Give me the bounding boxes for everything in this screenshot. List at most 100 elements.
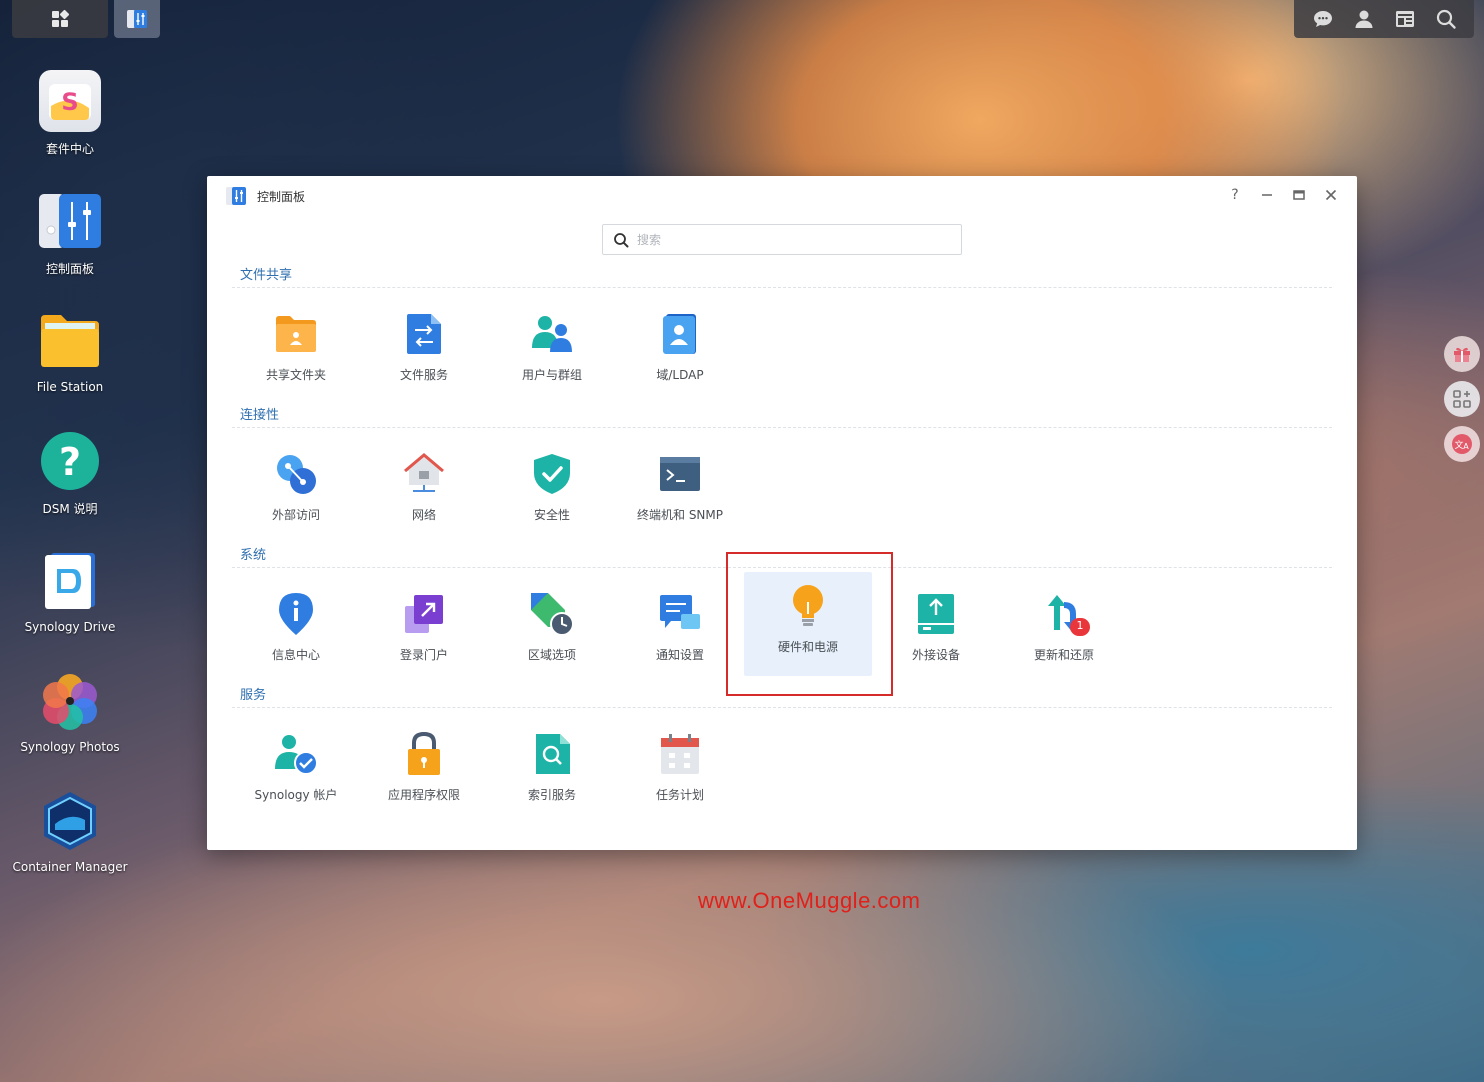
update-restore-icon: 1 [1042,592,1090,636]
minimize-button[interactable] [1259,186,1275,204]
item-shared-folder[interactable]: 共享文件夹 [232,300,360,404]
notifications-button[interactable] [1311,7,1335,31]
item-label: Synology 帐户 [254,788,338,802]
item-label: 应用程序权限 [387,788,460,802]
desktop-icon-label: 控制面板 [45,262,94,276]
main-menu-button[interactable] [12,0,108,38]
close-icon [1325,189,1337,201]
add-widget-icon [1453,390,1471,408]
desktop-icon-label: 套件中心 [45,142,94,156]
item-label: 终端机和 SNMP [637,508,723,522]
section-title-connectivity: 连接性 [240,408,280,423]
item-label: 任务计划 [655,788,704,802]
item-label: 信息中心 [271,648,320,662]
desktop-icon-label: File Station [36,380,104,394]
update-badge-count: 1 [1076,619,1084,632]
search-icon [1436,9,1456,29]
desktop-icon-file-station[interactable]: File Station [0,310,140,394]
item-synology-account[interactable]: Synology 帐户 [232,720,360,824]
taskbar-control-panel-button[interactable] [114,0,160,38]
chat-icon [1313,11,1332,27]
desktop-icon-container-manager[interactable]: Container Manager [0,790,140,874]
gift-icon [1454,347,1470,362]
item-security[interactable]: 安全性 [488,440,616,544]
window-titlebar[interactable]: 控制面板 ? [207,176,1357,216]
item-label: 区域选项 [527,648,576,662]
item-task-scheduler[interactable]: 任务计划 [616,720,744,824]
item-indexing-service[interactable]: 索引服务 [488,720,616,824]
translate-icon: 文A [1452,434,1472,454]
item-label: 通知设置 [655,648,704,662]
item-label: 安全性 [533,508,570,522]
taskbar-right [1294,0,1474,38]
maximize-icon [1293,190,1305,200]
item-user-group[interactable]: 用户与群组 [488,300,616,404]
lock-icon [402,732,446,776]
translate-button[interactable]: 文A [1444,426,1480,462]
login-portal-icon [402,592,446,636]
highlight-annotation-box [726,552,893,696]
window-title: 控制面板 [257,189,306,204]
section-title-file-sharing: 文件共享 [240,268,293,283]
desktop-icon-synology-drive[interactable]: Synology Drive [0,550,140,634]
folder-icon [39,310,101,372]
control-panel-icon [39,190,101,252]
global-search-button[interactable] [1434,7,1458,31]
desktop-icon-label: DSM 说明 [42,502,98,516]
item-app-privileges[interactable]: 应用程序权限 [360,720,488,824]
info-icon [274,592,318,636]
user-menu-button[interactable] [1352,7,1376,31]
item-external-access[interactable]: 外部访问 [232,440,360,544]
control-panel-icon [127,10,147,28]
item-label: 外部访问 [271,508,320,522]
help-button[interactable]: ? [1227,186,1243,204]
user-group-icon [530,312,574,356]
grid-icon [52,9,70,27]
external-device-icon [914,592,958,636]
watermark-text: www.OneMuggle.com [698,888,921,913]
item-file-services[interactable]: 文件服务 [360,300,488,404]
section-title-services: 服务 [240,688,267,703]
maximize-button[interactable] [1291,186,1307,204]
widgets-button[interactable] [1393,7,1417,31]
gift-button[interactable] [1444,336,1480,372]
item-domain-ldap[interactable]: 域/LDAP [616,300,744,404]
package-center-icon: S [39,70,101,132]
svg-text:文: 文 [1454,439,1463,451]
desktop-icon-control-panel[interactable]: 控制面板 [0,190,140,277]
search-icon [614,232,629,247]
search-box [602,224,962,255]
close-button[interactable] [1323,186,1339,204]
synology-account-icon [274,732,318,776]
svg-text:S: S [61,88,78,116]
indexing-icon [530,732,574,776]
item-label: 登录门户 [399,648,448,662]
search-input[interactable] [637,232,937,247]
terminal-icon [658,452,702,496]
domain-ldap-icon [658,312,702,356]
item-info-center[interactable]: 信息中心 [232,580,360,684]
item-network[interactable]: 网络 [360,440,488,544]
section-divider [232,707,1332,708]
desktop-icon-dsm-help[interactable]: ? DSM 说明 [0,430,140,517]
item-label: 共享文件夹 [265,368,326,382]
item-login-portal[interactable]: 登录门户 [360,580,488,684]
item-notification[interactable]: 通知设置 [616,580,744,684]
section-divider [232,427,1332,428]
regional-options-icon [530,592,574,636]
add-widget-button[interactable] [1444,381,1480,417]
network-icon [402,452,446,496]
desktop-icon-synology-photos[interactable]: Synology Photos [0,670,140,754]
item-label: 文件服务 [399,368,448,382]
widgets-icon [1395,11,1414,27]
item-update-restore[interactable]: 1 更新和还原 [1000,580,1128,684]
item-regional-options[interactable]: 区域选项 [488,580,616,684]
svg-text:?: ? [59,440,81,484]
desktop-icon-package-center[interactable]: S 套件中心 [0,70,140,157]
shield-icon [530,452,574,496]
external-access-icon [274,452,318,496]
item-label: 网络 [411,508,436,522]
section-divider [232,287,1332,288]
synology-photos-icon [39,670,101,732]
item-terminal-snmp[interactable]: 终端机和 SNMP [616,440,744,544]
